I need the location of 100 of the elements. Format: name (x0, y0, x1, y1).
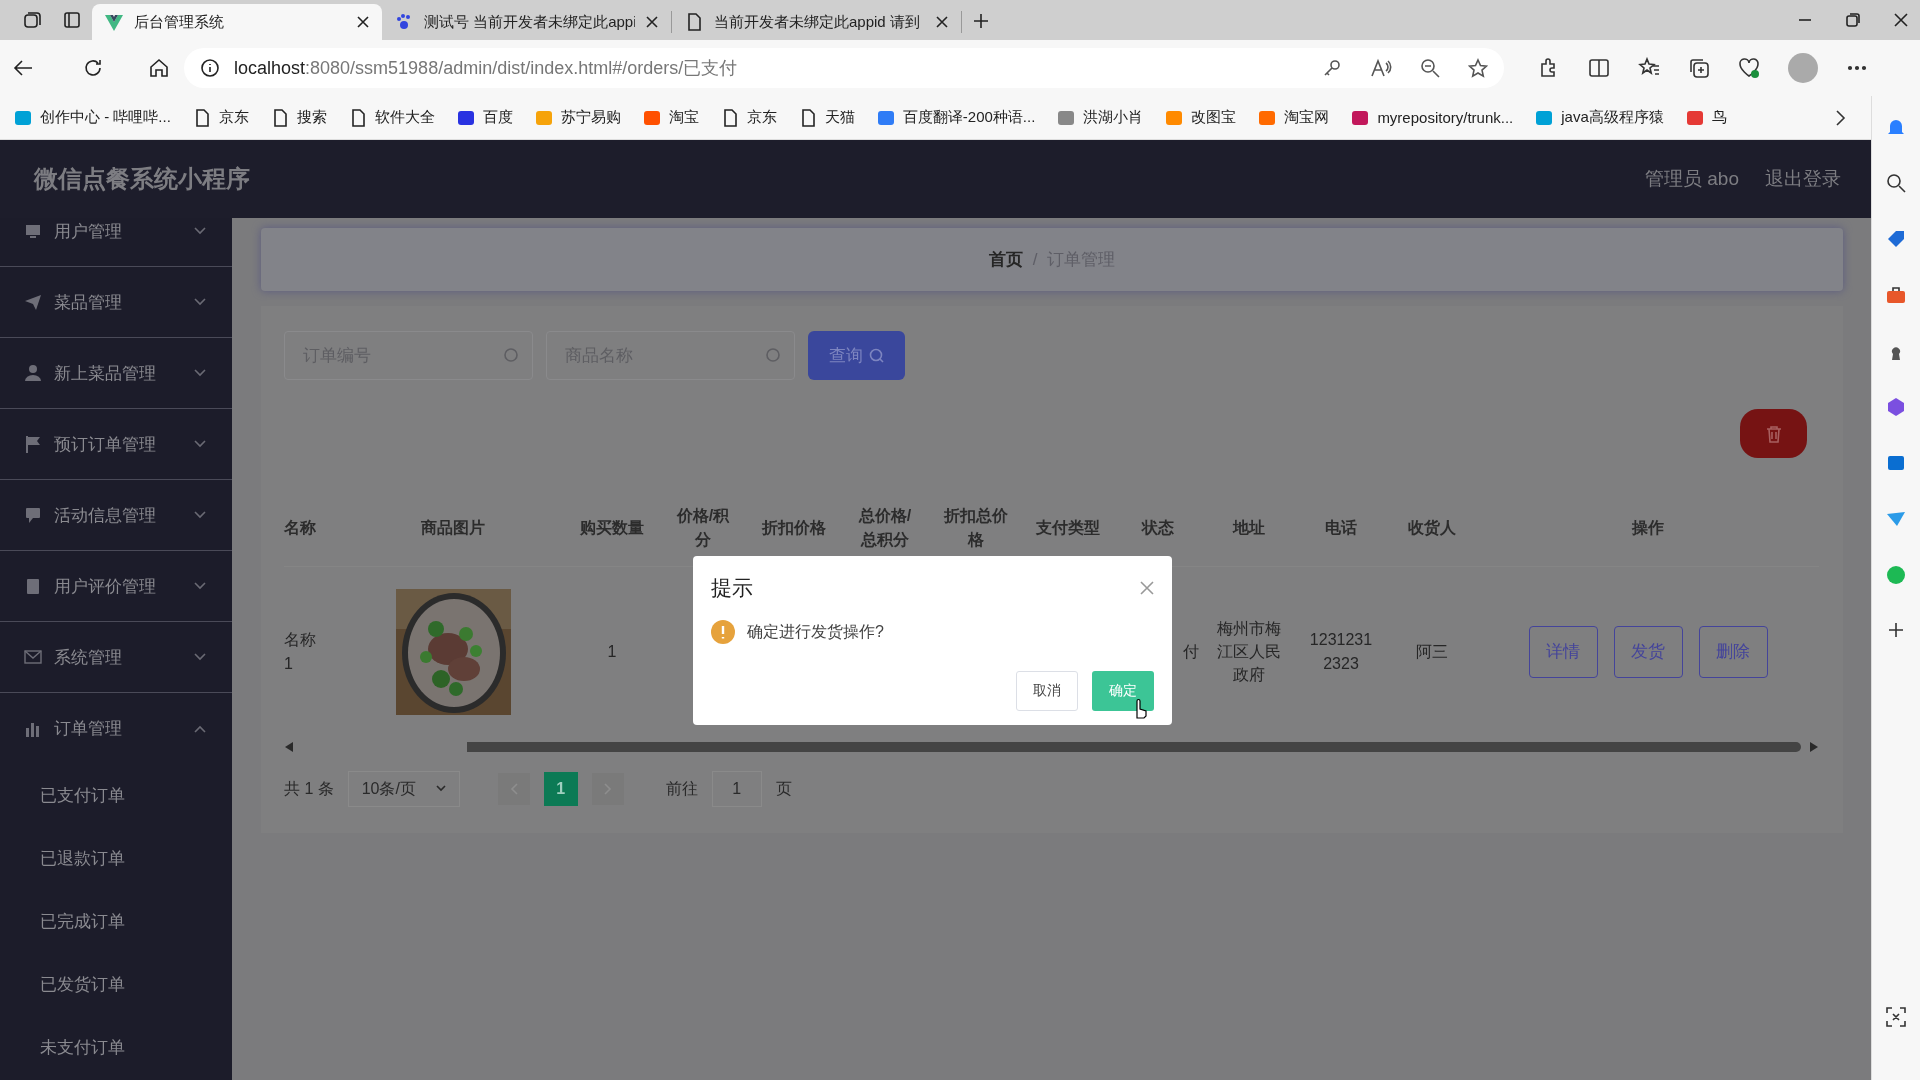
tab-title: 当前开发者未绑定此appid 请到 (714, 12, 921, 32)
bookmark-label: 软件大全 (374, 108, 435, 127)
submenu-item[interactable]: 已支付订单 (0, 764, 232, 827)
bookmark-label: 淘宝 (668, 108, 699, 127)
browser-tab[interactable]: 当前开发者未绑定此appid 请到 (672, 11, 962, 33)
chevron-right-icon[interactable] (1835, 108, 1847, 127)
delete-button[interactable] (1740, 409, 1807, 458)
breadcrumb-item[interactable]: 首页 (988, 248, 1023, 271)
health-icon[interactable] (1738, 57, 1760, 79)
bookmark[interactable]: 京东 (720, 108, 777, 127)
submenu-item[interactable]: 已退款订单 (0, 827, 232, 890)
bookmark[interactable]: 天猫 (798, 108, 855, 127)
bookmark-label: 天猫 (824, 108, 855, 127)
column-header: 地址 (1231, 518, 1266, 538)
envelope-icon (24, 648, 42, 666)
admin-user: 管理员 abo (1645, 167, 1739, 191)
zoom-out-icon[interactable] (1420, 58, 1440, 78)
bookmark[interactable]: 苏宁易购 (534, 108, 621, 127)
bookmark-label: 改图宝 (1191, 108, 1237, 127)
site-icon (1165, 108, 1184, 127)
paper-plane-icon (24, 293, 42, 311)
site-icon (1057, 108, 1076, 127)
refresh-icon[interactable] (82, 57, 104, 79)
bookmark[interactable]: 鸟 (1685, 108, 1727, 127)
workspaces-icon[interactable] (22, 10, 42, 30)
bookmark[interactable]: 淘宝 (642, 108, 699, 127)
hexagon-icon[interactable] (1885, 396, 1907, 418)
bookmark-label: 京东 (218, 108, 249, 127)
page-size-select[interactable]: 10条/页 (347, 771, 460, 807)
bookmark[interactable]: java高级程序猿 (1535, 108, 1664, 127)
new-tab-icon[interactable] (972, 12, 990, 30)
split-screen-icon[interactable] (1588, 57, 1610, 79)
bookmark-label: 苏宁易购 (560, 108, 621, 127)
bookmark-label: 创作中心 - 哔哩哔... (40, 108, 171, 127)
column-header: 名称 (284, 518, 317, 538)
breadcrumb-separator: / (1032, 249, 1038, 270)
bookmark-label: 淘宝网 (1284, 108, 1330, 127)
submenu-item[interactable]: 已发货订单 (0, 953, 232, 1016)
address-bar[interactable]: localhost:8080/ssm51988/admin/dist/index.html#/orders/已支付 (184, 48, 1504, 88)
scroll-left-icon[interactable] (284, 741, 294, 753)
bookmark-label: 百度 (482, 108, 513, 127)
briefcase-icon[interactable] (1885, 284, 1907, 306)
key-icon[interactable] (1322, 58, 1342, 78)
total-count: 共 1 条 (284, 778, 334, 799)
table-cell-text: 梅州市梅江区人民政府 (1216, 618, 1282, 686)
bookmark[interactable]: 洪湖小肖 (1057, 108, 1144, 127)
site-icon (1258, 108, 1277, 127)
restore-icon[interactable] (1846, 13, 1860, 27)
bookmark[interactable]: 百度 (456, 108, 513, 127)
column-header: 收货人 (1407, 518, 1457, 539)
column-header: 购买数量 (579, 518, 645, 538)
tab-title: 测试号 当前开发者未绑定此appi (424, 12, 635, 32)
bookmark-label: java高级程序猿 (1561, 108, 1664, 127)
goto-page-field[interactable]: 1 (711, 771, 762, 807)
tab-actions-icon[interactable] (62, 10, 82, 30)
submenu-item[interactable]: 已完成订单 (0, 890, 232, 953)
bookmark-label: 搜索 (296, 108, 327, 127)
flag-icon (24, 435, 42, 453)
bookmark[interactable]: 淘宝网 (1258, 108, 1330, 127)
logout-link[interactable]: 退出登录 (1765, 166, 1841, 192)
dialog-message: 确定进行发货操作? (747, 621, 884, 642)
table-cell-text: 名称1 (284, 630, 317, 674)
read-aloud-icon[interactable] (1370, 58, 1392, 78)
monitor-icon (24, 222, 42, 240)
bookmark[interactable]: 创作中心 - 哔哩哔... (14, 108, 171, 127)
column-header: 折扣总价格 (942, 506, 1009, 550)
menu-item[interactable]: 订单管理 (0, 693, 232, 764)
bookmark[interactable]: 搜索 (270, 108, 327, 127)
submenu-item[interactable]: 未支付订单 (0, 1016, 232, 1079)
site-icon (534, 108, 553, 127)
bookmark[interactable]: 软件大全 (348, 108, 435, 127)
browser-tab[interactable]: 测试号 当前开发者未绑定此appi (382, 11, 672, 33)
bookmark-label: 鸟 (1711, 108, 1727, 127)
site-icon (1535, 108, 1554, 127)
info-icon[interactable] (200, 58, 220, 78)
site-icon (642, 108, 661, 127)
bookmark-label: 洪湖小肖 (1083, 108, 1144, 127)
dialog-title: 提示 (711, 575, 753, 601)
page-button[interactable]: 1 (543, 772, 578, 806)
table-cell-text: 1 (607, 641, 617, 662)
close-icon[interactable] (935, 15, 949, 29)
table-cell-text: 付 (1183, 641, 1199, 662)
column-header: 总价格/总积分 (857, 506, 913, 550)
collections-icon[interactable] (1688, 57, 1710, 79)
cancel-button[interactable]: 取消 (1016, 671, 1078, 711)
scroll-right-icon[interactable] (1809, 741, 1819, 753)
screenshot-icon[interactable] (1885, 1006, 1907, 1028)
bookmark[interactable]: 百度翻译-200种语... (876, 108, 1036, 127)
bookmark[interactable]: 京东 (192, 108, 249, 127)
bookmark[interactable]: myrepository/trunk... (1351, 108, 1514, 127)
browser-tab[interactable]: 后台管理系统 (92, 4, 382, 40)
add-icon[interactable] (1886, 620, 1906, 640)
bookmark[interactable]: 改图宝 (1165, 108, 1237, 127)
star-icon[interactable] (1468, 58, 1488, 78)
close-icon[interactable] (645, 15, 659, 29)
home-icon[interactable] (148, 57, 170, 79)
close-icon[interactable] (356, 15, 370, 29)
page-suffix: 页 (775, 778, 792, 799)
close-icon[interactable] (1894, 13, 1908, 27)
site-icon (14, 108, 32, 127)
